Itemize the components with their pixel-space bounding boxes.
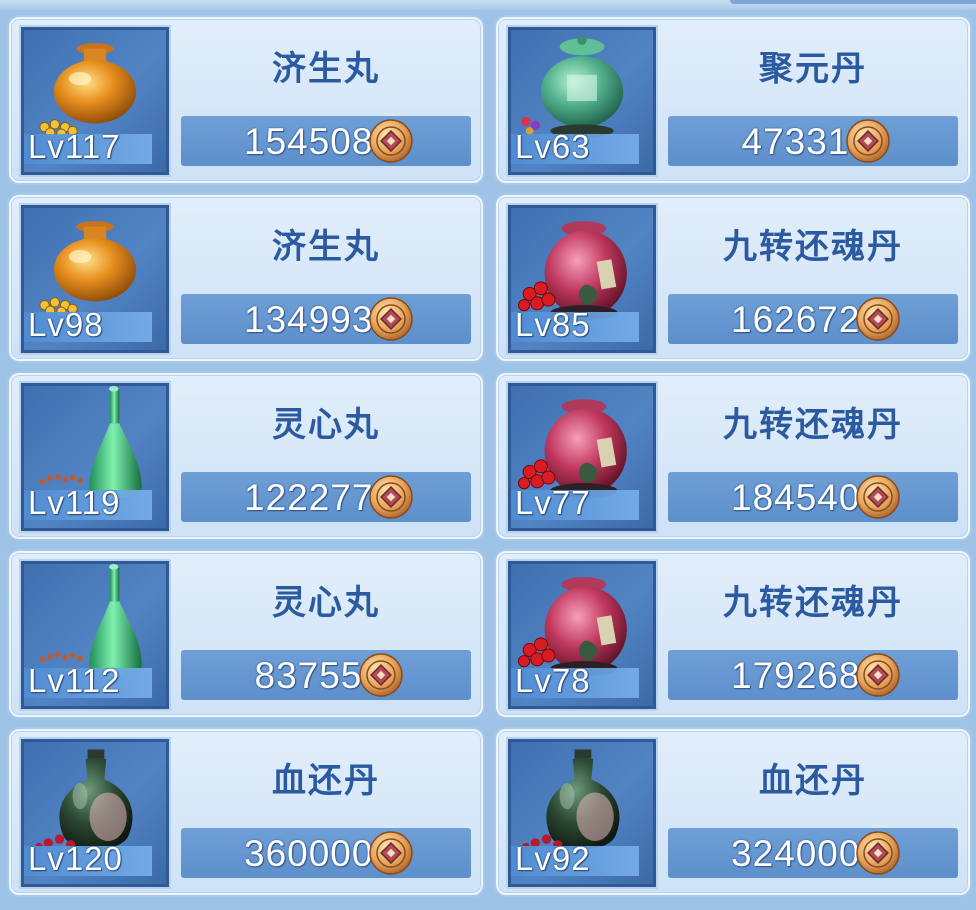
item-price: 134993 — [244, 299, 374, 340]
item-card[interactable]: Lv119 灵心丸 122277 — [9, 373, 483, 539]
top-strip — [0, 0, 976, 10]
item-card[interactable]: Lv98 济生丸 134993 — [9, 195, 483, 361]
item-slot: Lv120 — [21, 739, 169, 887]
item-card[interactable]: Lv85 九转还魂丹 162672 — [496, 195, 970, 361]
item-level: Lv92 — [515, 840, 591, 877]
top-tab-edge — [730, 0, 976, 4]
copper-coin-icon — [369, 475, 413, 519]
copper-coin-icon — [369, 297, 413, 341]
item-name: 血还丹 — [759, 762, 867, 800]
copper-coin-icon — [358, 653, 403, 697]
item-name: 九转还魂丹 — [723, 406, 903, 444]
item-slot: Lv117 — [21, 27, 169, 175]
item-name: 灵心丸 — [272, 406, 380, 444]
price-bar: 154508 — [181, 116, 471, 166]
item-price: 47331 — [741, 121, 850, 162]
item-card[interactable]: Lv117 济生丸 154508 — [9, 17, 483, 183]
copper-coin-icon — [856, 475, 900, 519]
item-card[interactable]: Lv112 灵心丸 83755 — [9, 551, 483, 717]
item-slot: Lv119 — [21, 383, 169, 531]
item-slot: Lv77 — [508, 383, 656, 531]
item-level: Lv98 — [28, 306, 104, 343]
item-price: 179268 — [731, 655, 861, 696]
item-card[interactable]: Lv63 聚元丹 47331 — [496, 17, 970, 183]
item-name: 九转还魂丹 — [723, 228, 903, 266]
item-level: Lv112 — [28, 662, 121, 699]
price-bar: 47331 — [668, 116, 958, 166]
item-level: Lv85 — [515, 306, 591, 343]
copper-coin-icon — [369, 119, 413, 163]
price-bar: 162672 — [668, 294, 958, 344]
item-level: Lv117 — [28, 128, 121, 165]
item-price: 184540 — [731, 477, 861, 518]
item-name: 灵心丸 — [272, 584, 380, 622]
item-card[interactable]: Lv92 血还丹 324000 — [496, 729, 970, 895]
item-price: 154508 — [244, 121, 374, 162]
price-bar: 83755 — [181, 650, 471, 700]
item-price: 324000 — [731, 833, 861, 874]
item-card[interactable]: Lv77 九转还魂丹 184540 — [496, 373, 970, 539]
price-bar: 360000 — [181, 828, 471, 878]
copper-coin-icon — [856, 653, 900, 697]
copper-coin-icon — [856, 831, 900, 875]
item-grid: Lv117 济生丸 154508 Lv63 聚元丹 47331 Lv98 济生丸… — [9, 17, 970, 895]
item-price: 122277 — [244, 477, 374, 518]
price-bar: 324000 — [668, 828, 958, 878]
item-slot: Lv98 — [21, 205, 169, 353]
price-bar: 179268 — [668, 650, 958, 700]
price-bar: 134993 — [181, 294, 471, 344]
item-card[interactable]: Lv78 九转还魂丹 179268 — [496, 551, 970, 717]
item-price: 360000 — [244, 833, 374, 874]
copper-coin-icon — [856, 297, 900, 341]
copper-coin-icon — [845, 119, 890, 163]
item-slot: Lv63 — [508, 27, 656, 175]
item-slot: Lv112 — [21, 561, 169, 709]
item-slot: Lv92 — [508, 739, 656, 887]
price-bar: 184540 — [668, 472, 958, 522]
item-name: 济生丸 — [272, 50, 380, 88]
item-card[interactable]: Lv120 血还丹 360000 — [9, 729, 483, 895]
price-bar: 122277 — [181, 472, 471, 522]
copper-coin-icon — [369, 831, 413, 875]
item-level: Lv78 — [515, 662, 591, 699]
item-name: 聚元丹 — [759, 50, 867, 88]
item-slot: Lv78 — [508, 561, 656, 709]
item-name: 九转还魂丹 — [723, 584, 903, 622]
item-level: Lv77 — [515, 484, 591, 521]
item-name: 济生丸 — [272, 228, 380, 266]
item-price: 162672 — [731, 299, 861, 340]
item-price: 83755 — [254, 655, 363, 696]
item-level: Lv120 — [28, 840, 123, 877]
item-level: Lv63 — [515, 128, 591, 165]
item-level: Lv119 — [28, 484, 121, 521]
item-slot: Lv85 — [508, 205, 656, 353]
item-name: 血还丹 — [272, 762, 380, 800]
